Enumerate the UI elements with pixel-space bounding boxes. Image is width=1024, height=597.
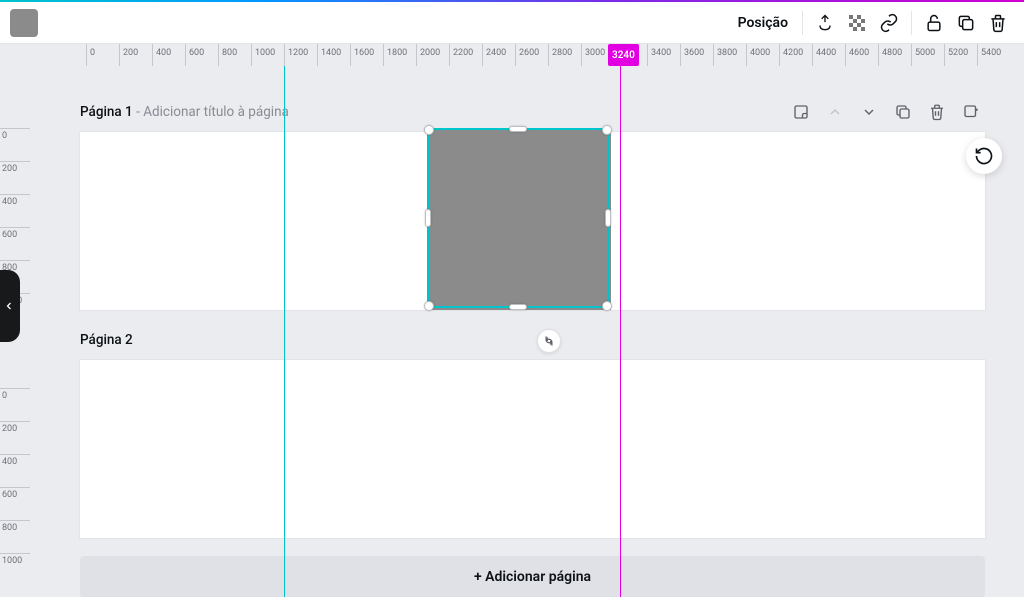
ruler-tick: 600: [185, 44, 186, 66]
page-2-header: Página 2: [80, 328, 985, 352]
page-notes-button[interactable]: [787, 98, 815, 126]
ruler-tick: 0: [0, 128, 30, 129]
page-move-down-button[interactable]: [855, 98, 883, 126]
ruler-tick: 1400: [317, 44, 318, 66]
separator: [802, 11, 803, 35]
ruler-tick: 4400: [812, 44, 813, 66]
ruler-tick: 5200: [944, 44, 945, 66]
page-1-actions: [787, 98, 985, 126]
ruler-tick: 2800: [548, 44, 549, 66]
ruler-tick: 4200: [779, 44, 780, 66]
ruler-horizontal[interactable]: 0 200 400 600 800 1000 1200 1400 1600 1800 2000 220…: [30, 44, 1010, 66]
duplicate-button[interactable]: [950, 7, 982, 39]
ruler-tick: 800: [0, 260, 30, 261]
lock-button[interactable]: [918, 7, 950, 39]
fill-color-swatch[interactable]: [10, 9, 38, 37]
ruler-tick: 200: [0, 161, 30, 162]
ruler-tick: 400: [0, 194, 30, 195]
expand-panel-tab[interactable]: [0, 270, 20, 342]
ruler-tick: 0: [86, 44, 87, 66]
ruler-tick: 1800: [383, 44, 384, 66]
ruler-tick: 200: [119, 44, 120, 66]
ruler-tick: 2400: [482, 44, 483, 66]
ruler-tick: 3600: [680, 44, 681, 66]
ruler-tick: 800: [218, 44, 219, 66]
ruler-tick: 1600: [350, 44, 351, 66]
page-2-label: Página 2: [80, 332, 133, 348]
ruler-tick: 200: [0, 421, 30, 422]
ruler-tick: 600: [0, 227, 30, 228]
ruler-tick: 0: [0, 388, 30, 389]
page-duplicate-button[interactable]: [889, 98, 917, 126]
delete-button[interactable]: [982, 7, 1014, 39]
page-1-label: Página 1: [80, 104, 133, 120]
page-1-title[interactable]: Página 1 - Adicionar título à página: [80, 104, 289, 120]
add-page-button[interactable]: + Adicionar página: [80, 556, 985, 597]
ruler-tick: 2200: [449, 44, 450, 66]
transparency-button[interactable]: [841, 7, 873, 39]
page-delete-button[interactable]: [923, 98, 951, 126]
ruler-tick: 1000: [0, 553, 30, 554]
ruler-tick: 800: [0, 520, 30, 521]
position-button[interactable]: Posição: [730, 15, 796, 31]
ruler-tick: 4800: [878, 44, 879, 66]
ruler-tick: 5000: [911, 44, 912, 66]
page-move-up-button: [821, 98, 849, 126]
ruler-tick: 400: [0, 454, 30, 455]
ruler-tick: 1200: [284, 44, 285, 66]
ruler-tick: 2600: [515, 44, 516, 66]
ruler-tick: 5400: [977, 44, 978, 66]
page-1-header: Página 1 - Adicionar título à página: [80, 100, 985, 124]
page-2-canvas[interactable]: [80, 360, 985, 538]
ruler-position-guideline[interactable]: [620, 66, 621, 597]
context-toolbar: Posição: [0, 2, 1024, 44]
ruler-tick: 4600: [845, 44, 846, 66]
ruler-position-marker[interactable]: 3240: [608, 44, 639, 66]
guide-line-vertical[interactable]: [284, 66, 285, 597]
swap-pages-button[interactable]: [537, 329, 561, 353]
reset-rotation-button[interactable]: [966, 138, 1002, 174]
ruler-tick: 600: [0, 487, 30, 488]
canvas-area[interactable]: Página 1 - Adicionar título à página: [30, 66, 1010, 597]
ruler-tick: 4000: [746, 44, 747, 66]
selected-rectangle[interactable]: [429, 130, 611, 310]
copy-style-button[interactable]: [809, 7, 841, 39]
ruler-tick: 400: [152, 44, 153, 66]
separator: [911, 11, 912, 35]
page-2-title[interactable]: Página 2: [80, 332, 133, 348]
ruler-tick: 3800: [713, 44, 714, 66]
ruler-tick: 3000: [581, 44, 582, 66]
link-button[interactable]: [873, 7, 905, 39]
page-add-button[interactable]: [957, 98, 985, 126]
page-2-block: Página 2: [80, 328, 985, 538]
ruler-tick: 3400: [647, 44, 648, 66]
page-1-canvas[interactable]: [80, 132, 985, 310]
page-1-title-prompt-text: Adicionar título à página: [143, 104, 289, 120]
page-1-block: Página 1 - Adicionar título à página: [80, 100, 985, 310]
ruler-tick: 1000: [251, 44, 252, 66]
ruler-tick: 2000: [416, 44, 417, 66]
